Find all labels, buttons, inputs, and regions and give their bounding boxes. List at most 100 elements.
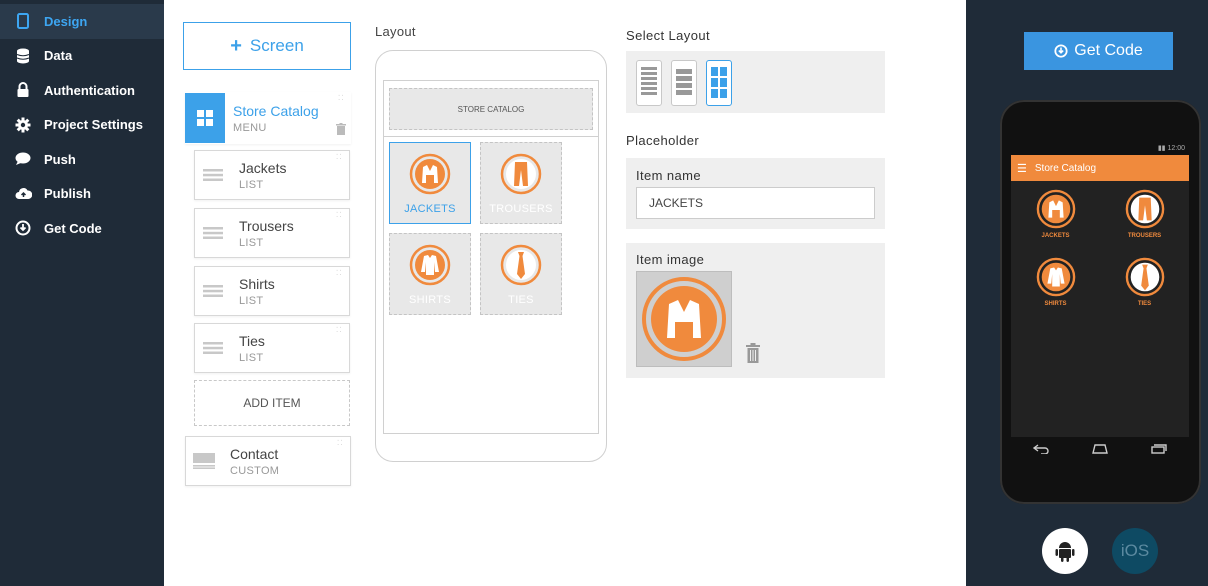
screen-title: Ties <box>239 332 265 349</box>
drag-handle-icon[interactable]: ⁚⁚ <box>336 327 344 337</box>
select-layout-heading: Select Layout <box>626 28 710 43</box>
item-name-input[interactable] <box>636 187 875 219</box>
sidebar-item-label: Publish <box>44 186 91 202</box>
screen-title: Contact <box>230 445 279 462</box>
screen-type: LIST <box>239 294 264 307</box>
device-app-bar: ☰ Store Catalog <box>1011 155 1189 181</box>
layout-tile-jackets[interactable]: JACKETS <box>389 142 471 224</box>
layout-header-block[interactable]: STORE CATALOG <box>389 88 593 130</box>
sidebar-item-label: Data <box>44 48 73 64</box>
trash-icon[interactable] <box>746 343 760 368</box>
jacket-icon <box>1036 189 1075 229</box>
ios-toggle-button[interactable]: iOS <box>1112 528 1158 574</box>
sidebar-item-push[interactable]: Push <box>0 142 164 177</box>
list-icon <box>195 285 231 297</box>
device-tile[interactable]: SHIRTS <box>1011 257 1100 307</box>
screen-type: LIST <box>239 236 264 249</box>
screen-card-list[interactable]: Jackets LIST ⁚⁚ <box>194 150 350 200</box>
sidebar-item-label: Project Settings <box>44 117 143 133</box>
list-thumb-layout-icon <box>676 69 692 95</box>
grid-layout-icon <box>711 67 727 98</box>
drag-handle-icon[interactable]: ⁚⁚ <box>336 270 344 280</box>
device-tile[interactable]: TIES <box>1100 257 1189 307</box>
download-circle-icon <box>14 219 32 237</box>
list-icon <box>195 169 231 181</box>
layout-option-list[interactable] <box>636 60 662 106</box>
device-status-bar: ▮▮ 12:00 <box>1011 143 1189 155</box>
sidebar-item-data[interactable]: Data <box>0 39 164 74</box>
screen-type: LIST <box>239 351 264 364</box>
screen-card-list[interactable]: Ties LIST ⁚⁚ <box>194 323 350 373</box>
app-root: Design Data Authentication Project Setti… <box>0 0 1208 586</box>
screen-card-text: Contact CUSTOM <box>230 446 279 477</box>
add-screen-label: Screen <box>249 36 304 55</box>
screen-type: LIST <box>239 178 264 191</box>
sidebar-item-label: Get Code <box>44 220 102 236</box>
sidebar-item-get-code[interactable]: Get Code <box>0 211 164 246</box>
layout-tile-ties[interactable]: TIES <box>480 233 562 315</box>
drag-handle-icon[interactable]: ⁚⁚ <box>336 212 344 222</box>
sidebar-item-authentication[interactable]: Authentication <box>0 73 164 108</box>
get-code-button[interactable]: Get Code <box>1024 32 1173 70</box>
device-screen: ▮▮ 12:00 ☰ Store Catalog JACKETS TROUSER… <box>1011 143 1189 461</box>
item-image-label: Item image <box>636 252 705 267</box>
screen-title: Shirts <box>239 275 275 292</box>
screen-type: CUSTOM <box>230 464 280 477</box>
status-time: 12:00 <box>1167 145 1185 152</box>
layout-option-grid[interactable] <box>706 60 732 106</box>
trash-icon[interactable] <box>336 122 346 140</box>
list-layout-icon <box>641 67 657 95</box>
tie-icon <box>1125 257 1164 297</box>
layout-option-list-thumbs[interactable] <box>671 60 697 106</box>
ios-label: iOS <box>1120 541 1150 560</box>
sidebar-item-publish[interactable]: Publish <box>0 177 164 212</box>
cloud-upload-icon <box>14 185 32 203</box>
device-tile[interactable]: TROUSERS <box>1100 189 1189 239</box>
android-icon <box>1055 542 1075 562</box>
back-icon[interactable] <box>1032 444 1049 454</box>
item-image-preview[interactable] <box>636 271 732 367</box>
tie-icon <box>500 244 542 286</box>
screen-card-text: Ties LIST <box>239 333 265 364</box>
chat-bubble-icon <box>14 150 32 168</box>
divider <box>383 136 599 137</box>
device-tile-label: TROUSERS <box>1127 233 1162 239</box>
grid-icon <box>185 93 225 143</box>
add-screen-button[interactable]: + Screen <box>183 22 351 70</box>
sidebar-item-label: Push <box>44 151 76 167</box>
plus-icon: + <box>230 34 242 57</box>
add-item-button[interactable]: ADD ITEM <box>194 380 350 426</box>
recent-apps-icon[interactable] <box>1151 444 1168 454</box>
device-app-title: Store Catalog <box>1034 162 1097 174</box>
home-icon[interactable] <box>1092 444 1108 454</box>
device-tile[interactable]: JACKETS <box>1011 189 1100 239</box>
android-toggle-button[interactable] <box>1042 528 1088 574</box>
sidebar-item-label: Design <box>44 13 88 29</box>
hamburger-icon[interactable]: ☰ <box>1017 162 1027 175</box>
drag-handle-icon[interactable]: ⁚⁚ <box>338 95 346 105</box>
sidebar-item-project-settings[interactable]: Project Settings <box>0 108 164 143</box>
layout-tile-trousers[interactable]: TROUSERS <box>480 142 562 224</box>
screen-card-list[interactable]: Trousers LIST ⁚⁚ <box>194 208 350 258</box>
database-icon <box>14 47 32 65</box>
layout-heading: Layout <box>375 24 416 39</box>
drag-handle-icon[interactable]: ⁚⁚ <box>337 440 345 450</box>
layout-tile-shirts[interactable]: SHIRTS <box>389 233 471 315</box>
screen-title: Jackets <box>239 159 287 176</box>
screen-card-menu[interactable]: Store Catalog MENU ⁚⁚ <box>185 92 351 144</box>
device-tile-label: SHIRTS <box>1044 301 1067 307</box>
sidebar-item-design[interactable]: Design <box>0 4 164 39</box>
sidebar-nav: Design Data Authentication Project Setti… <box>0 0 164 586</box>
shirt-icon <box>1036 257 1075 297</box>
screen-card-list[interactable]: Shirts LIST ⁚⁚ <box>194 266 350 316</box>
screen-card-text: Shirts LIST <box>239 276 275 307</box>
trousers-icon <box>1125 189 1164 229</box>
shirt-icon <box>409 244 451 286</box>
drag-handle-icon[interactable]: ⁚⁚ <box>336 154 344 164</box>
screen-card-text: Store Catalog MENU <box>233 103 319 134</box>
device-tile-label: JACKETS <box>1041 233 1070 239</box>
screen-card-custom[interactable]: Contact CUSTOM ⁚⁚ <box>185 436 351 486</box>
custom-screen-icon <box>186 453 222 469</box>
screen-title: Trousers <box>239 217 294 234</box>
tile-label: SHIRTS <box>409 294 451 306</box>
